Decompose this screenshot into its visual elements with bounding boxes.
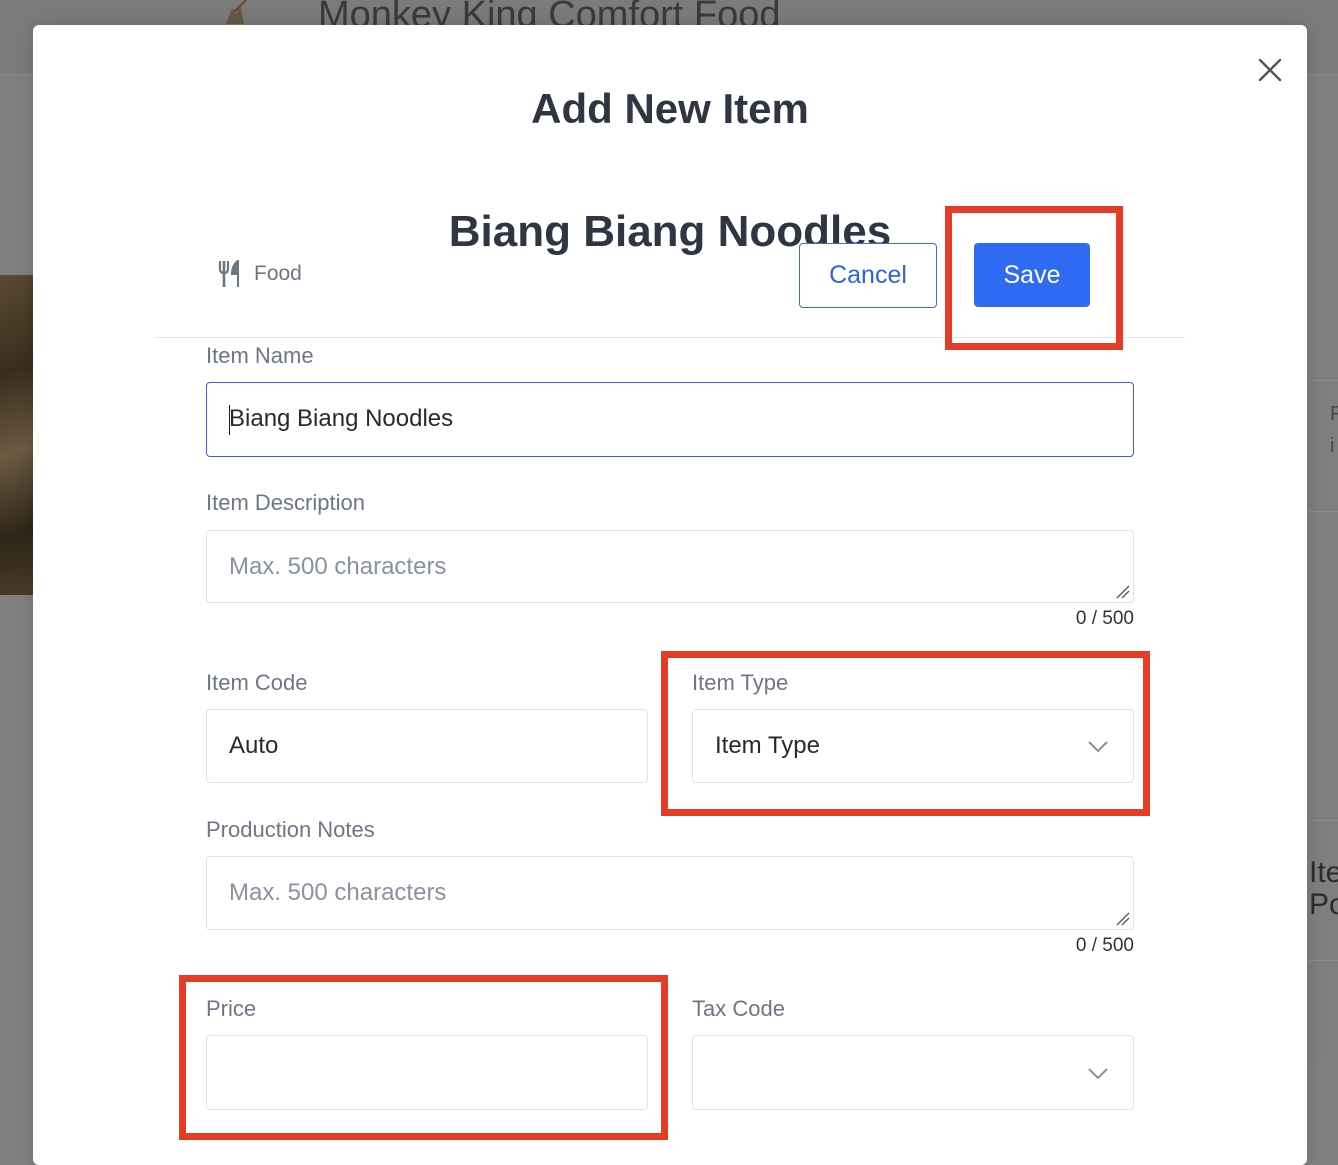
item-type-label: Item Type: [692, 670, 789, 695]
item-heading: Biang Biang Noodles: [448, 207, 892, 256]
header-divider: [155, 337, 1185, 338]
item-description-placeholder: Max. 500 characters: [229, 553, 447, 580]
background-card-title: Ite: [1309, 856, 1338, 889]
fork-knife-icon: [218, 260, 239, 287]
monkey-logo-icon: [226, 0, 247, 24]
item-description-label: Item Description: [206, 490, 365, 515]
price-label: Price: [206, 996, 257, 1021]
item-code-input[interactable]: Auto: [206, 709, 648, 783]
chevron-down-icon: [1088, 1068, 1108, 1080]
background-text: i: [1330, 435, 1335, 457]
item-code-value: Auto: [229, 732, 279, 759]
description-char-counter: 0 / 500: [1075, 608, 1134, 629]
item-name-value: Biang Biang Noodles: [229, 405, 454, 432]
production-notes-label: Production Notes: [206, 817, 375, 842]
resize-grip-icon[interactable]: [1116, 585, 1130, 599]
modal-title: Add New Item: [531, 85, 809, 132]
item-type-select[interactable]: Item Type: [692, 709, 1134, 783]
tax-code-select[interactable]: [692, 1035, 1134, 1110]
item-type-value: Item Type: [715, 732, 820, 759]
food-photo: [0, 275, 33, 595]
save-button[interactable]: Save: [974, 243, 1090, 307]
production-notes-placeholder: Max. 500 characters: [229, 879, 447, 906]
item-description-textarea[interactable]: Max. 500 characters: [206, 530, 1134, 603]
category-label: Food: [254, 262, 302, 285]
resize-grip-icon[interactable]: [1116, 912, 1130, 926]
background-divider: [1308, 960, 1338, 961]
background-text: F: [1330, 403, 1338, 425]
item-name-input[interactable]: Biang Biang Noodles: [206, 382, 1134, 457]
production-notes-textarea[interactable]: Max. 500 characters: [206, 856, 1134, 930]
item-name-label: Item Name: [206, 343, 314, 368]
price-input[interactable]: [206, 1035, 648, 1110]
item-code-label: Item Code: [206, 670, 308, 695]
close-icon[interactable]: [1255, 55, 1285, 85]
item-category: Food: [218, 260, 302, 287]
background-card-title: Po: [1309, 888, 1338, 921]
cancel-button[interactable]: Cancel: [799, 243, 937, 308]
add-item-modal: Add New Item Biang Biang Noodles Food Ca…: [33, 25, 1307, 1165]
tax-code-label: Tax Code: [692, 996, 785, 1021]
chevron-down-icon: [1088, 741, 1108, 753]
production-notes-char-counter: 0 / 500: [1075, 935, 1134, 956]
